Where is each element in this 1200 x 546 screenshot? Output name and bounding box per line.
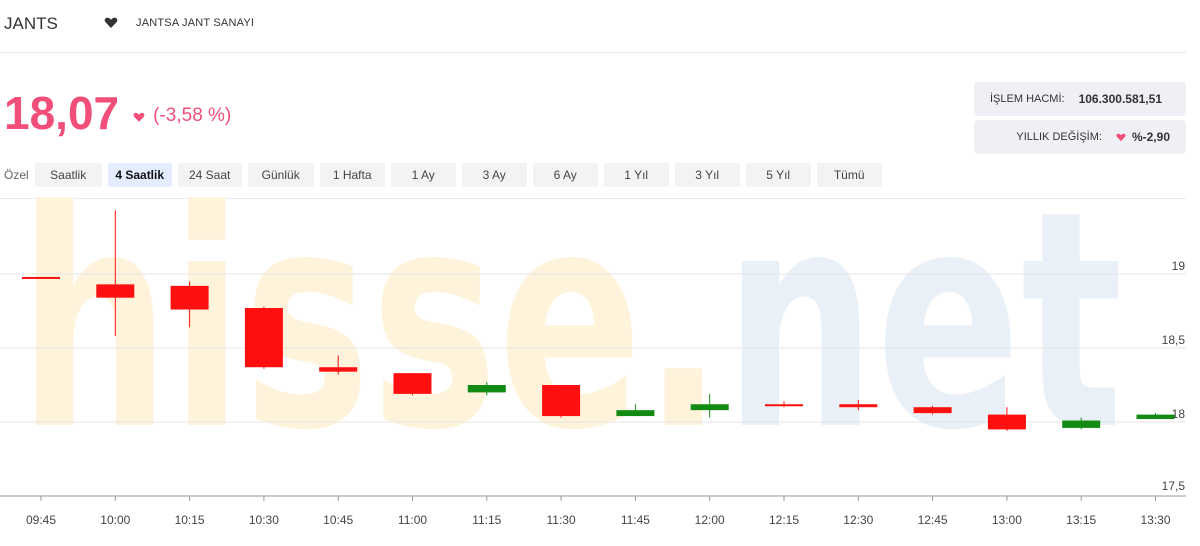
candle-body[interactable] bbox=[96, 284, 135, 298]
stock-symbol: JANTS bbox=[4, 14, 58, 33]
custom-range-label[interactable]: Özel bbox=[4, 168, 29, 182]
tab-24-saat[interactable]: 24 Saat bbox=[177, 163, 242, 187]
header-bar: JANTS JANTSA JANT SANAYI bbox=[0, 0, 1186, 53]
x-tick-label: 13:15 bbox=[1066, 513, 1096, 527]
y-tick-label: 17,5 bbox=[1162, 479, 1186, 493]
x-tick-label: 11:00 bbox=[398, 513, 427, 527]
y-tick-label: 19 bbox=[1172, 259, 1186, 273]
candle-body[interactable] bbox=[765, 404, 803, 407]
tab-3-yil[interactable]: 3 Yıl bbox=[674, 163, 740, 187]
tab-3-ay[interactable]: 3 Ay bbox=[461, 163, 527, 187]
candle-body[interactable] bbox=[244, 308, 283, 368]
tab-1-hafta[interactable]: 1 Hafta bbox=[319, 163, 385, 187]
x-tick-label: 11:30 bbox=[547, 513, 576, 527]
candle-body[interactable] bbox=[839, 404, 878, 408]
heart-icon bbox=[1116, 133, 1126, 141]
price-row: 18,07 (-3,58 %) bbox=[4, 90, 231, 136]
tab-5-yil[interactable]: 5 Yıl bbox=[745, 163, 811, 187]
tab-tumu[interactable]: Tümü bbox=[816, 163, 882, 187]
company-name: JANTSA JANT SANAYI bbox=[136, 17, 255, 29]
candlestick-chart[interactable]: hisse.net1918,51817,509:4510:0010:1510:3… bbox=[0, 196, 1200, 546]
volume-box: İŞLEM HACMİ: 106.300.581,51 bbox=[974, 82, 1186, 116]
current-price: 18,07 bbox=[4, 87, 120, 139]
x-tick-label: 11:45 bbox=[621, 513, 650, 527]
x-tick-label: 10:15 bbox=[175, 513, 205, 527]
heart-down-icon bbox=[133, 112, 145, 122]
tab-4-saatlik[interactable]: 4 Saatlik bbox=[107, 163, 172, 187]
candle-body[interactable] bbox=[467, 385, 506, 393]
annual-change-label: YILLIK DEĞİŞİM: bbox=[1016, 131, 1102, 143]
candle-body[interactable] bbox=[1136, 414, 1175, 420]
x-tick-label: 09:45 bbox=[26, 513, 56, 527]
symbol-selector[interactable]: JANTSA JANT SANAYI bbox=[104, 17, 254, 29]
tab-1-yil[interactable]: 1 Yıl bbox=[603, 163, 669, 187]
candle-body[interactable] bbox=[1062, 420, 1101, 428]
candle-body[interactable] bbox=[170, 285, 209, 310]
annual-change-box: YILLIK DEĞİŞİM: %-2,90 bbox=[974, 120, 1186, 154]
candle-body[interactable] bbox=[690, 404, 729, 411]
range-tabs: Özel Saatlik 4 Saatlik 24 Saat Günlük 1 … bbox=[4, 163, 888, 187]
candle-body[interactable] bbox=[987, 414, 1026, 430]
volume-value: 106.300.581,51 bbox=[1078, 92, 1162, 106]
x-tick-label: 13:00 bbox=[992, 513, 1022, 527]
x-tick-label: 12:00 bbox=[695, 513, 725, 527]
volume-label: İŞLEM HACMİ: bbox=[990, 93, 1065, 105]
x-tick-label: 12:30 bbox=[843, 513, 873, 527]
x-tick-label: 13:30 bbox=[1140, 513, 1170, 527]
price-change: (-3,58 %) bbox=[153, 105, 232, 126]
candle-body[interactable] bbox=[22, 276, 60, 279]
annual-change-value: %-2,90 bbox=[1131, 130, 1170, 144]
x-tick-label: 10:45 bbox=[323, 513, 353, 527]
y-tick-label: 18,5 bbox=[1162, 333, 1186, 347]
heart-dropdown-icon[interactable] bbox=[104, 17, 118, 29]
tab-6-ay[interactable]: 6 Ay bbox=[532, 163, 598, 187]
tab-saatlik[interactable]: Saatlik bbox=[34, 163, 102, 187]
x-tick-label: 12:15 bbox=[769, 513, 799, 527]
candle-body[interactable] bbox=[542, 385, 581, 417]
candle-body[interactable] bbox=[393, 373, 432, 394]
x-tick-label: 10:00 bbox=[100, 513, 130, 527]
tab-1-ay[interactable]: 1 Ay bbox=[390, 163, 456, 187]
candle-body[interactable] bbox=[913, 407, 952, 414]
watermark-text: hisse.net bbox=[18, 196, 1123, 496]
candle-body[interactable] bbox=[616, 410, 655, 417]
x-tick-label: 12:45 bbox=[918, 513, 948, 527]
x-tick-label: 10:30 bbox=[249, 513, 279, 527]
candle-body[interactable] bbox=[319, 367, 358, 372]
tab-gunluk[interactable]: Günlük bbox=[247, 163, 314, 187]
x-tick-label: 11:15 bbox=[472, 513, 501, 527]
